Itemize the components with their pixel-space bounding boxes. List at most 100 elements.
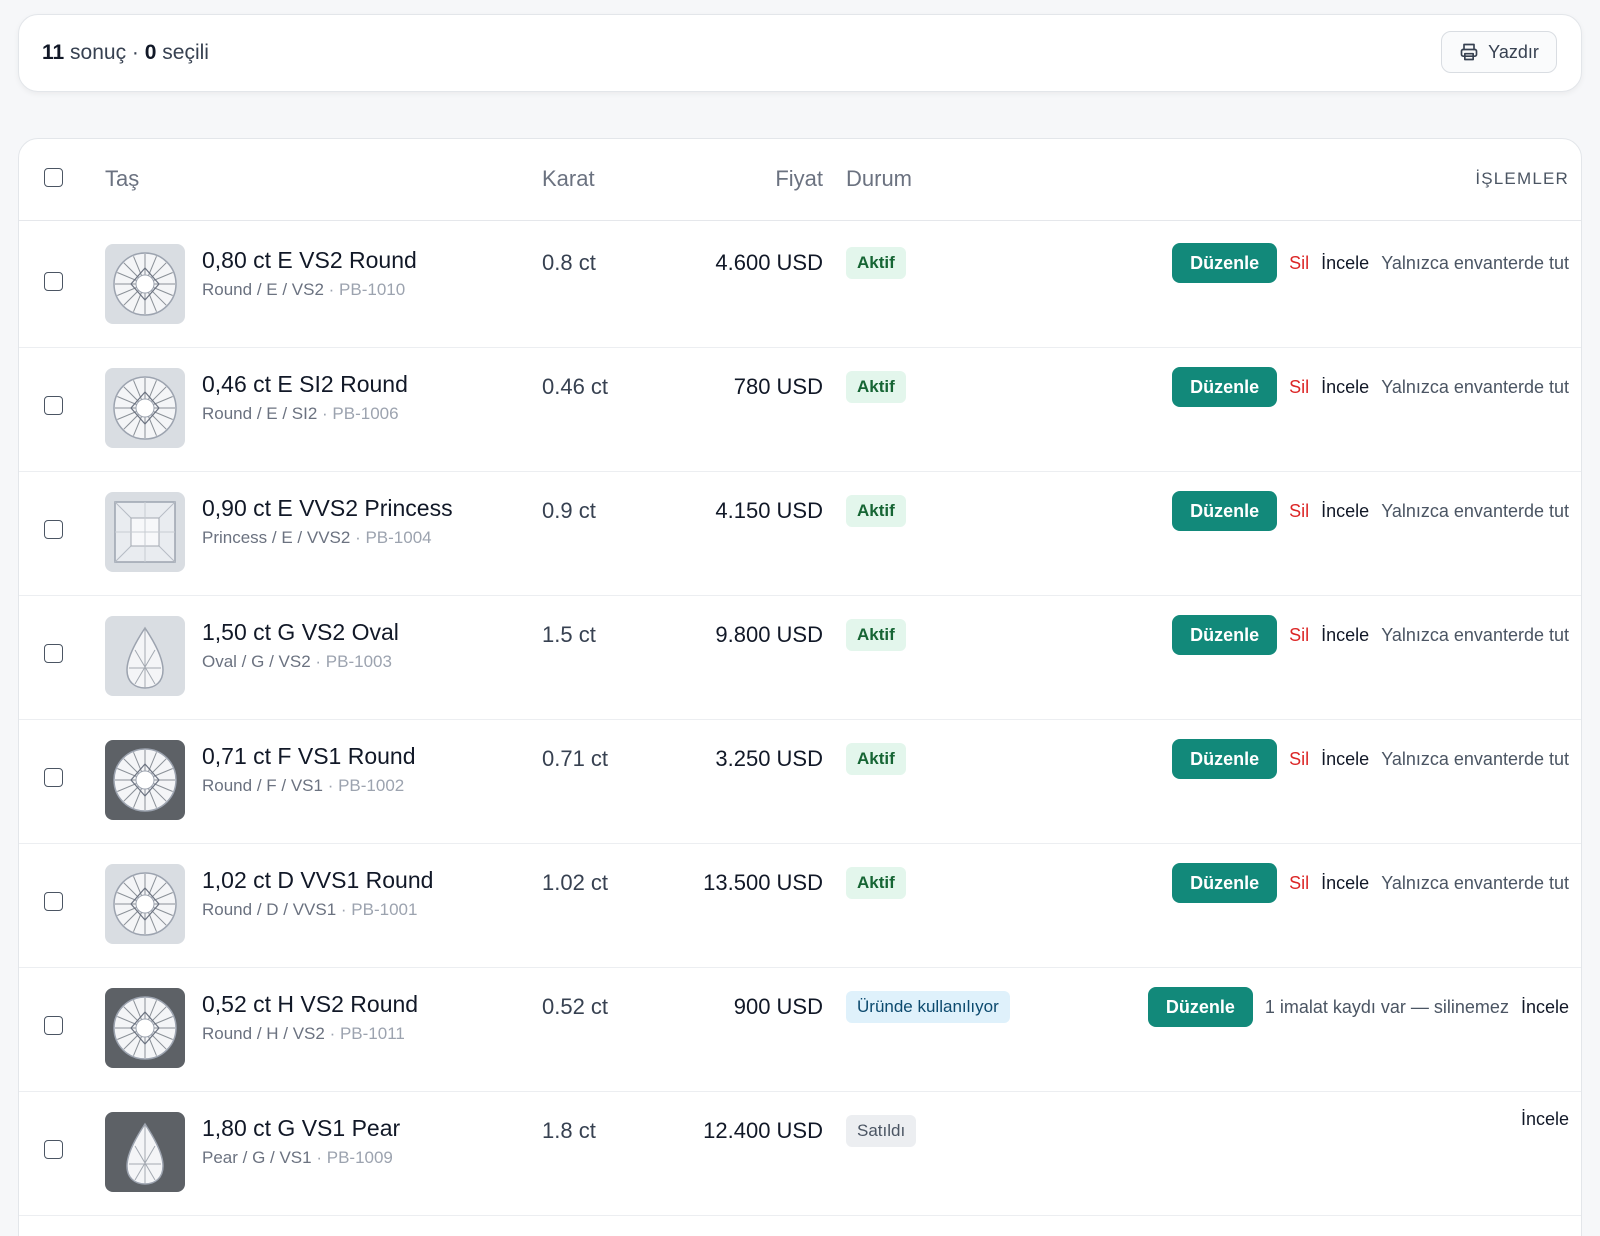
table-row: 1,80 ct G VS1 Pear Pear / G / VS1 · PB-10… <box>19 1089 1581 1216</box>
stone-price: 4.600 USD <box>715 250 823 275</box>
delete-link[interactable]: Sil <box>1289 253 1309 274</box>
view-link[interactable]: İncele <box>1321 253 1369 274</box>
edit-button[interactable]: Düzenle <box>1172 491 1278 531</box>
edit-button[interactable]: Düzenle <box>1172 739 1278 779</box>
selected-count-label: seçili <box>162 41 209 64</box>
result-count-label: sonuç · <box>70 41 139 64</box>
stone-title[interactable]: 0,80 ct E VS2 Round <box>202 247 417 274</box>
print-label: Yazdır <box>1488 41 1539 62</box>
row-checkbox[interactable] <box>44 272 63 291</box>
table-header: Taş Karat Fiyat Durum İŞLEMLER <box>19 139 1581 221</box>
delete-link[interactable]: Sil <box>1289 501 1309 522</box>
stone-price: 4.150 USD <box>715 498 823 523</box>
stone-code: · PB-1003 <box>315 652 392 671</box>
stone-title[interactable]: 1,02 ct D VVS1 Round <box>202 867 433 894</box>
status-badge: Aktif <box>846 371 906 403</box>
header-status[interactable]: Durum <box>846 166 912 192</box>
row-checkbox[interactable] <box>44 520 63 539</box>
result-count: 11 <box>42 41 65 64</box>
keep-inventory-link[interactable]: Yalnızca envanterde tut <box>1381 873 1569 894</box>
view-link[interactable]: İncele <box>1321 873 1369 894</box>
stone-title[interactable]: 1,80 ct G VS1 Pear <box>202 1115 400 1142</box>
view-link[interactable]: İncele <box>1321 501 1369 522</box>
row-checkbox[interactable] <box>44 644 63 663</box>
delete-blocked-note: 1 imalat kaydı var — silinemez <box>1264 996 1509 1017</box>
view-link[interactable]: İncele <box>1321 749 1369 770</box>
keep-inventory-link[interactable]: Yalnızca envanterde tut <box>1381 377 1569 398</box>
delete-link[interactable]: Sil <box>1289 377 1309 398</box>
view-link[interactable]: İncele <box>1521 997 1569 1018</box>
edit-button[interactable]: Düzenle <box>1172 615 1278 655</box>
edit-button[interactable]: Düzenle <box>1147 987 1253 1027</box>
print-button[interactable]: Yazdır <box>1441 31 1557 73</box>
keep-inventory-link[interactable]: Yalnızca envanterde tut <box>1381 253 1569 274</box>
stone-carat: 0.8 ct <box>542 250 596 275</box>
stone-spec: Round / H / VS2 · PB-1011 <box>202 1024 405 1044</box>
header-carat[interactable]: Karat <box>542 166 595 192</box>
stone-thumbnail <box>105 616 185 696</box>
printer-icon <box>1460 43 1478 61</box>
table-row: 0,52 ct H VS2 Round Round / H / VS2 · PB-… <box>19 965 1581 1092</box>
stone-spec: Round / E / VS2 · PB-1010 <box>202 280 405 300</box>
stone-carat: 1.8 ct <box>542 1118 596 1143</box>
edit-button[interactable]: Düzenle <box>1172 243 1278 283</box>
view-link[interactable]: İncele <box>1521 1109 1569 1130</box>
stone-title[interactable]: 0,71 ct F VS1 Round <box>202 743 416 770</box>
results-summary: 11 sonuç · 0 seçili <box>42 41 209 65</box>
stones-table: Taş Karat Fiyat Durum İŞLEMLER 0,80 ct E… <box>18 138 1582 1236</box>
edit-button[interactable]: Düzenle <box>1172 863 1278 903</box>
row-checkbox[interactable] <box>44 1140 63 1159</box>
row-checkbox[interactable] <box>44 396 63 415</box>
select-all-checkbox[interactable] <box>44 168 63 187</box>
stone-thumbnail <box>105 1112 185 1192</box>
row-checkbox[interactable] <box>44 892 63 911</box>
stone-title[interactable]: 0,90 ct E VVS2 Princess <box>202 495 453 522</box>
row-checkbox[interactable] <box>44 768 63 787</box>
stone-price: 9.800 USD <box>715 622 823 647</box>
header-stone[interactable]: Taş <box>105 166 139 192</box>
stone-title[interactable]: 1,50 ct G VS2 Oval <box>202 619 399 646</box>
table-row: 1,02 ct D VVS1 Round Round / D / VVS1 · P… <box>19 841 1581 968</box>
stone-title[interactable]: 0,46 ct E SI2 Round <box>202 371 408 398</box>
stone-code: · PB-1002 <box>327 776 405 795</box>
row-checkbox[interactable] <box>44 1016 63 1035</box>
stone-price: 3.250 USD <box>715 746 823 771</box>
stone-spec: Pear / G / VS1 · PB-1009 <box>202 1148 393 1168</box>
row-actions: Düzenle 1 imalat kaydı var — silinemez İnc… <box>1147 987 1569 1027</box>
keep-inventory-link[interactable]: Yalnızca envanterde tut <box>1381 501 1569 522</box>
stone-spec-text: Oval / G / VS2 <box>202 652 311 671</box>
view-link[interactable]: İncele <box>1321 625 1369 646</box>
status-badge: Aktif <box>846 495 906 527</box>
stone-title[interactable]: 0,52 ct H VS2 Round <box>202 991 418 1018</box>
view-link[interactable]: İncele <box>1321 377 1369 398</box>
row-actions: Düzenle Sil İncele Yalnızca envanterde tut <box>1172 615 1569 655</box>
status-badge: Aktif <box>846 619 906 651</box>
stone-code: · PB-1006 <box>322 404 399 423</box>
header-actions: İŞLEMLER <box>1475 169 1569 188</box>
table-row: 0,46 ct E SI2 Round Round / E / SI2 · PB-… <box>19 345 1581 472</box>
table-row: 0,80 ct E VS2 Round Round / E / VS2 · PB-… <box>19 221 1581 348</box>
header-price[interactable]: Fiyat <box>775 166 823 192</box>
stone-carat: 1.5 ct <box>542 622 596 647</box>
stone-code: · PB-1001 <box>340 900 418 919</box>
delete-link[interactable]: Sil <box>1289 873 1309 894</box>
stone-spec: Princess / E / VVS2 · PB-1004 <box>202 528 432 548</box>
keep-inventory-link[interactable]: Yalnızca envanterde tut <box>1381 749 1569 770</box>
row-actions: Düzenle Sil İncele Yalnızca envanterde tut <box>1172 739 1569 779</box>
delete-link[interactable]: Sil <box>1289 625 1309 646</box>
delete-link[interactable]: Sil <box>1289 749 1309 770</box>
status-badge: Aktif <box>846 743 906 775</box>
status-badge: Aktif <box>846 247 906 279</box>
row-actions: Düzenle Sil İncele Yalnızca envanterde tut <box>1172 863 1569 903</box>
stone-spec-text: Round / F / VS1 <box>202 776 323 795</box>
stone-spec-text: Round / E / SI2 <box>202 404 318 423</box>
stone-spec: Oval / G / VS2 · PB-1003 <box>202 652 392 672</box>
table-row: 0,90 ct E VVS2 Princess Princess / E / VV… <box>19 469 1581 596</box>
keep-inventory-link[interactable]: Yalnızca envanterde tut <box>1381 625 1569 646</box>
stone-spec-text: Round / H / VS2 <box>202 1024 325 1043</box>
status-badge: Üründe kullanılıyor <box>846 991 1010 1023</box>
stone-price: 13.500 USD <box>703 870 823 895</box>
stone-spec-text: Princess / E / VVS2 <box>202 528 351 547</box>
stone-code: · PB-1009 <box>316 1148 393 1167</box>
edit-button[interactable]: Düzenle <box>1172 367 1278 407</box>
